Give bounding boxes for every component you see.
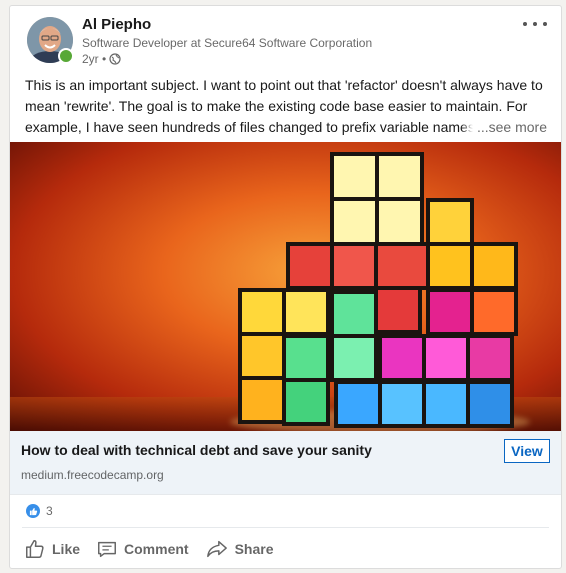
more-options-icon [523,22,527,26]
reactions-summary[interactable]: 3 [26,504,53,518]
post-timestamp: 2yr • [82,52,107,66]
share-label: Share [234,541,274,557]
post-meta: 2yr • [82,52,121,66]
link-source: medium.freecodecamp.org [21,468,164,482]
share-arrow-icon [206,540,227,558]
reaction-count: 3 [46,504,53,518]
author-headline: Software Developer at Secure64 Software … [82,36,373,50]
link-preview-image[interactable] [10,142,561,431]
comment-label: Comment [124,541,189,557]
post-header: Al Piepho Software Developer at Secure64… [10,6,561,72]
post-actions-bar: Like Comment Share [22,533,276,565]
globe-icon [109,53,121,65]
comment-button[interactable]: Comment [94,533,191,565]
more-options-button[interactable] [523,16,547,32]
share-button[interactable]: Share [203,533,276,565]
see-more-link[interactable]: ...see more [460,117,547,138]
link-title[interactable]: How to deal with technical debt and save… [21,442,372,458]
view-button[interactable]: View [504,439,550,463]
like-reaction-icon [26,504,40,518]
thumbs-up-icon [26,540,44,558]
tetris-lamp-image [10,152,561,431]
feed-post-card: Al Piepho Software Developer at Secure64… [9,5,562,569]
like-button[interactable]: Like [22,533,82,565]
link-preview[interactable]: How to deal with technical debt and save… [10,431,561,495]
actions-divider [22,527,549,528]
author-name[interactable]: Al Piepho [82,16,151,33]
comment-icon [98,541,116,558]
online-status-indicator [58,48,74,64]
like-label: Like [52,541,81,557]
